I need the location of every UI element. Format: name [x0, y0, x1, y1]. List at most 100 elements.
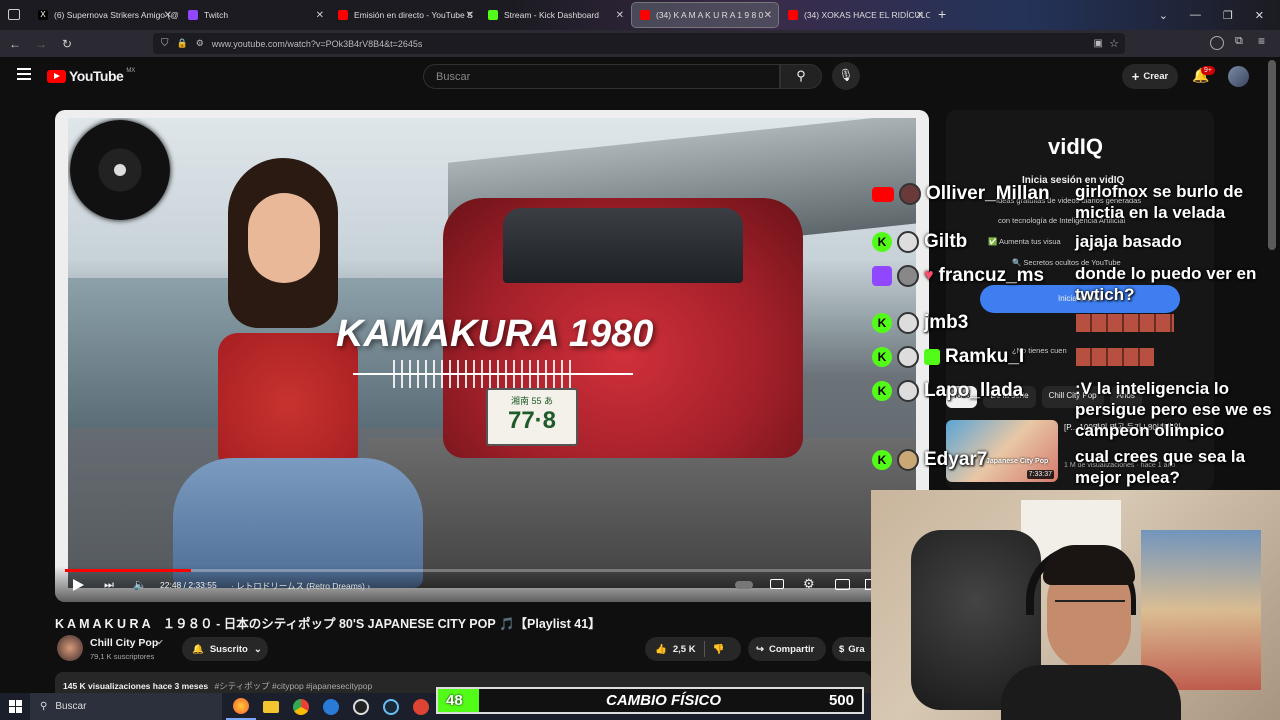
- avatar[interactable]: [1228, 66, 1249, 87]
- menu-icon[interactable]: ≡: [1258, 34, 1265, 48]
- kick-badge-icon: K: [872, 313, 892, 333]
- browser-tab[interactable]: Twitch ✕: [180, 3, 330, 27]
- chat-user: Olliver_Millan: [872, 183, 1050, 205]
- youtube-logo[interactable]: YouTube MX: [47, 68, 135, 84]
- close-tab-icon[interactable]: ✕: [466, 10, 474, 21]
- chat-message: :V la inteligencia lo persigue pero ese …: [1075, 379, 1272, 440]
- taskbar-search[interactable]: ⚲ Buscar: [30, 693, 222, 720]
- forward-icon[interactable]: →: [30, 37, 52, 51]
- kick-badge-icon: K: [872, 450, 892, 470]
- figure-shelf: [1141, 530, 1261, 690]
- video-overlay-title: KAMAKURA 1980: [336, 313, 654, 355]
- tab-list-icon[interactable]: [8, 9, 20, 20]
- chat-message: donde lo puedo ver en twtich?: [1075, 264, 1257, 304]
- windows-start-icon[interactable]: [0, 693, 30, 720]
- create-button[interactable]: + Crear: [1122, 64, 1178, 89]
- video-player[interactable]: 湘南 55 あ 77·8 KAMAKURA 1980 ⏭ 🔈 22:48 / 2…: [55, 110, 929, 602]
- duration-badge: 7:33:37: [1026, 470, 1054, 479]
- heart-icon: ♥: [924, 267, 934, 284]
- miniplayer-icon[interactable]: [835, 579, 850, 590]
- browser-tab[interactable]: (34) XOKAS HACE EL RIDÍCULO ✕: [780, 3, 930, 27]
- account-icon[interactable]: [1210, 36, 1224, 50]
- mic-icon[interactable]: 🎙: [832, 62, 860, 90]
- avatar: [899, 183, 921, 205]
- webcam-feed: [871, 490, 1280, 720]
- youtube-icon: [640, 10, 650, 20]
- hamburger-menu-icon[interactable]: [17, 68, 31, 80]
- subtitles-icon[interactable]: [770, 579, 784, 589]
- close-tab-icon[interactable]: ✕: [764, 10, 772, 21]
- browser-tab[interactable]: X (6) Supernova Strikers Amigo (@ ✕: [30, 3, 178, 27]
- chapter-title[interactable]: · レトロドリームス (Retro Dreams) ›: [231, 580, 370, 592]
- vidiq-logo: vidIQ: [1048, 134, 1104, 159]
- subscribed-button[interactable]: 🔔 Suscrito ⌄: [182, 637, 268, 661]
- close-tab-icon[interactable]: ✕: [316, 10, 324, 21]
- close-tab-icon[interactable]: ✕: [616, 10, 624, 21]
- browser-tab[interactable]: Stream - Kick Dashboard ✕: [480, 3, 630, 27]
- search-icon[interactable]: ⚲: [780, 64, 822, 89]
- settings-gear-icon[interactable]: ⚙: [803, 576, 815, 592]
- taskbar-search-label: Buscar: [55, 701, 87, 712]
- chrome-icon[interactable]: [286, 693, 316, 720]
- reader-view-icon[interactable]: ▣: [1094, 38, 1103, 49]
- subscriber-count: 79,1 K suscriptores: [90, 652, 155, 661]
- volume-icon[interactable]: 🔈: [133, 578, 147, 591]
- close-tab-icon[interactable]: ✕: [164, 10, 172, 21]
- like-icon[interactable]: 👍: [655, 644, 667, 655]
- extensions-icon[interactable]: ⧉: [1235, 35, 1243, 48]
- progress-fill: [65, 569, 191, 572]
- minimize-icon[interactable]: —: [1190, 9, 1201, 21]
- dislike-icon[interactable]: 👎: [713, 644, 725, 655]
- video-frame[interactable]: 湘南 55 あ 77·8 KAMAKURA 1980: [68, 118, 916, 588]
- progress-bar[interactable]: [65, 569, 915, 572]
- hashtags[interactable]: #シティポップ #citypop #japanesecitypop: [214, 681, 372, 691]
- next-icon[interactable]: ⏭: [104, 579, 114, 592]
- url-bar[interactable]: ⛉ 🔒 ⚙ www.youtube.com/watch?v=POk3B4rV8B…: [153, 33, 1125, 54]
- reload-icon[interactable]: ↻: [56, 37, 78, 51]
- kick-icon: [488, 10, 498, 20]
- bell-icon: 🔔: [192, 643, 204, 655]
- autoplay-toggle[interactable]: [735, 581, 753, 589]
- subscriber-badge-icon: [924, 349, 940, 365]
- divider: [703, 641, 705, 657]
- window-controls: ⌄ — ❐ ✕: [1159, 0, 1280, 30]
- ccleaner-icon[interactable]: [316, 693, 346, 720]
- shield-icon[interactable]: ⛉: [161, 38, 169, 49]
- new-tab-icon[interactable]: +: [938, 6, 946, 22]
- vidiq-feature-3: ✅ Aumenta tus visua: [988, 237, 1061, 246]
- plus-icon: +: [1131, 69, 1140, 84]
- thumb-text: Japanese City Pop: [986, 458, 1049, 465]
- app-icon[interactable]: [406, 693, 436, 720]
- play-icon[interactable]: [73, 579, 84, 591]
- firefox-icon[interactable]: [226, 693, 256, 720]
- tab-title: (34) K A M A K U R A 1 9 8 0: [656, 10, 764, 20]
- time-display: 22:48 / 2:33:55: [160, 580, 217, 590]
- obs-icon[interactable]: [346, 693, 376, 720]
- bookmark-star-icon[interactable]: ☆: [1109, 37, 1119, 50]
- plate-top: 湘南 55 あ: [510, 396, 553, 406]
- tab-overflow-icon[interactable]: ⌄: [1159, 9, 1168, 22]
- chat-user: ♥ francuz_ms: [872, 265, 1044, 287]
- close-window-icon[interactable]: ✕: [1255, 9, 1264, 22]
- close-tab-icon[interactable]: ✕: [916, 10, 924, 21]
- file-explorer-icon[interactable]: [256, 693, 286, 720]
- thumb-strip: [1076, 348, 1154, 366]
- permissions-icon[interactable]: ⚙: [196, 38, 204, 49]
- search-input[interactable]: Buscar: [423, 64, 780, 89]
- share-button[interactable]: ↪ Compartir: [748, 637, 826, 661]
- channel-name[interactable]: Chill City Pop: [90, 637, 158, 649]
- youtube-icon: [788, 10, 798, 20]
- browser-tab-active[interactable]: (34) K A M A K U R A 1 9 8 0 ✕: [631, 2, 779, 28]
- steam-icon[interactable]: [376, 693, 406, 720]
- back-icon[interactable]: ←: [4, 37, 26, 51]
- channel-avatar[interactable]: [57, 635, 83, 661]
- chat-message: cual crees que sea la mejor pelea?: [1075, 447, 1246, 487]
- chat-username: Olliver_Millan: [926, 183, 1050, 204]
- youtube-badge-icon: [872, 186, 894, 202]
- lock-icon[interactable]: 🔒: [177, 38, 188, 49]
- thanks-button[interactable]: $ Gra: [832, 637, 872, 661]
- maximize-icon[interactable]: ❐: [1223, 9, 1233, 22]
- browser-tab[interactable]: Emisión en directo - YouTube S ✕: [330, 3, 480, 27]
- chat-username: Giltb: [924, 231, 968, 252]
- like-count: 2,5 K: [672, 643, 696, 655]
